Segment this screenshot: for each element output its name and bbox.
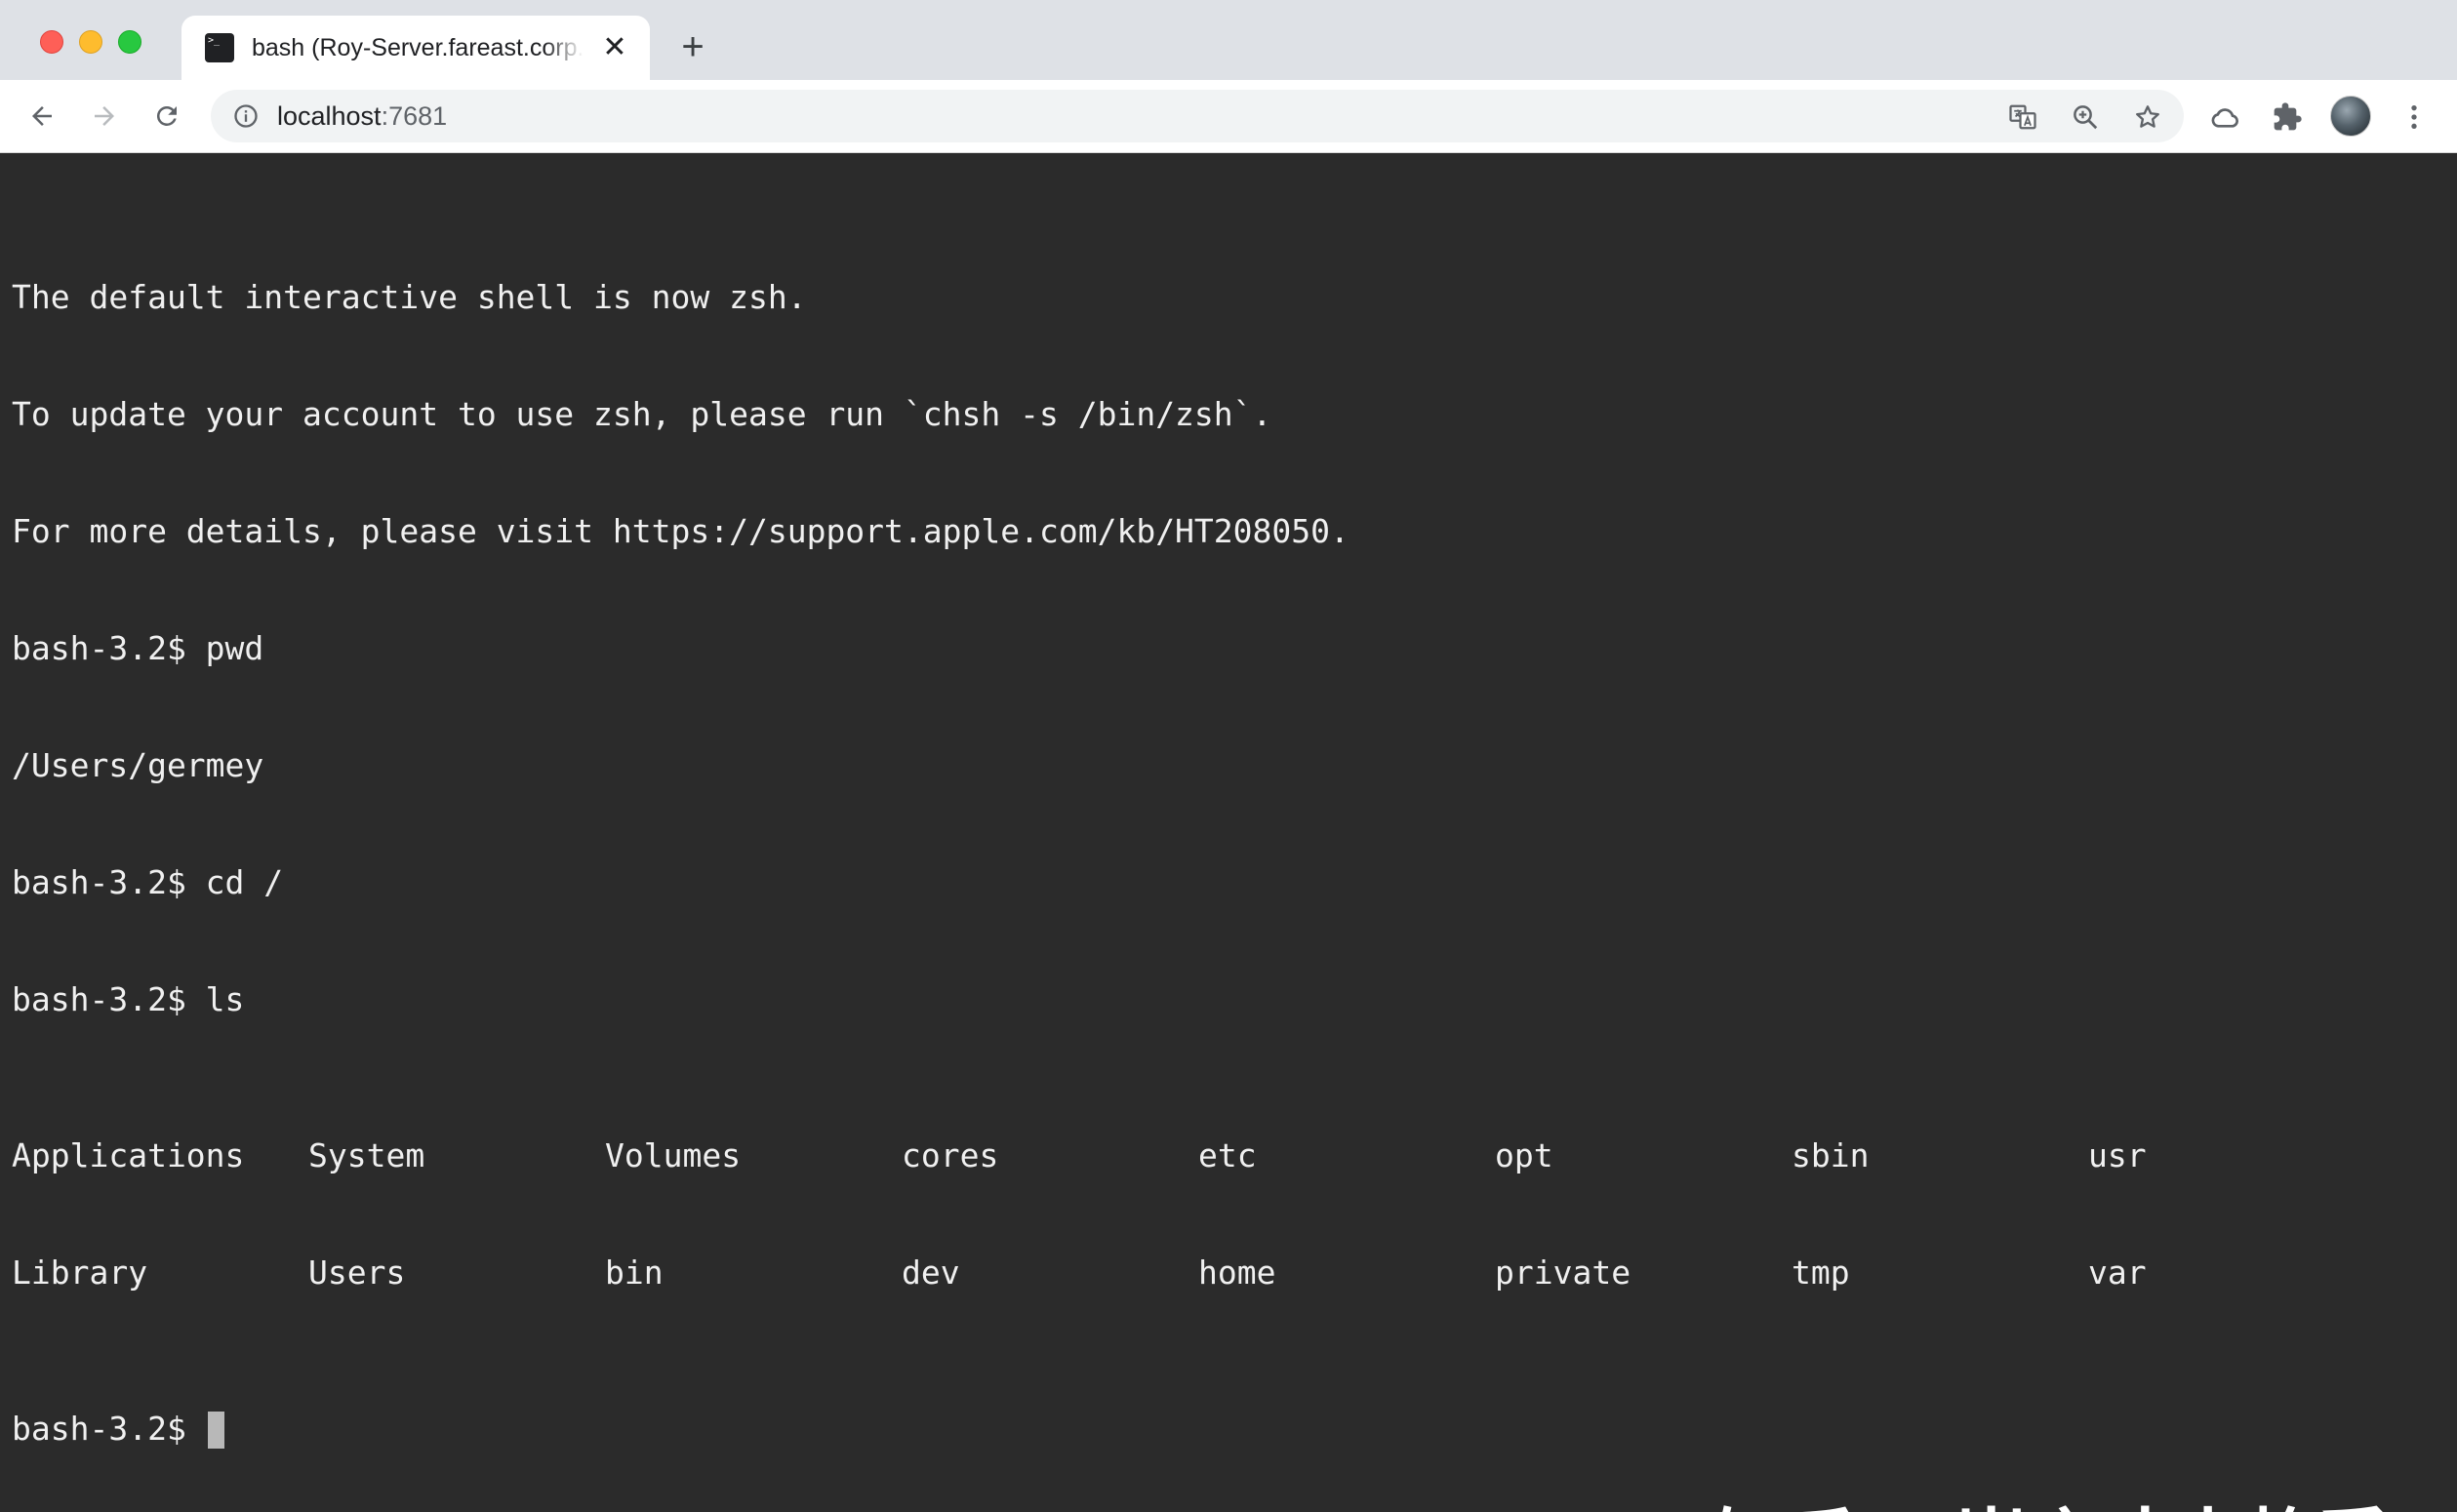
terminal-line: bash-3.2$ pwd xyxy=(12,629,264,667)
ls-entry: Volumes xyxy=(605,1136,742,1174)
tab-title: bash (Roy-Server.fareast.corp.microsoft.… xyxy=(252,34,584,61)
zoom-icon[interactable] xyxy=(2071,102,2100,132)
terminal-viewport[interactable]: The default interactive shell is now zsh… xyxy=(0,153,2457,1512)
ls-entry: usr xyxy=(2088,1136,2147,1174)
bookmark-star-icon[interactable] xyxy=(2133,102,2162,132)
forward-button[interactable] xyxy=(84,96,125,137)
terminal-line: bash-3.2$ ls xyxy=(12,980,245,1018)
browser-window: bash (Roy-Server.fareast.corp.microsoft.… xyxy=(0,0,2457,1512)
ls-entry: tmp xyxy=(1792,1253,1850,1292)
ls-entry: sbin xyxy=(1792,1136,1870,1174)
close-window-button[interactable] xyxy=(40,30,63,54)
terminal-line: The default interactive shell is now zsh… xyxy=(12,278,807,316)
ls-entry: dev xyxy=(902,1253,960,1292)
watermark: 知乎 @崔庆才丨静觅 xyxy=(1713,1499,2416,1512)
ls-entry: etc xyxy=(1198,1136,1257,1174)
ls-entry: bin xyxy=(605,1253,664,1292)
ls-output-row: Applications System Volumes cores etc op… xyxy=(12,1136,2147,1175)
browser-toolbar: localhost:7681 xyxy=(0,80,2457,153)
ls-entry: System xyxy=(308,1136,425,1174)
terminal-icon xyxy=(205,33,234,62)
profile-avatar[interactable] xyxy=(2330,96,2371,137)
minimize-window-button[interactable] xyxy=(79,30,102,54)
info-icon[interactable] xyxy=(232,102,260,130)
ls-entry: var xyxy=(2088,1253,2147,1292)
terminal-line: To update your account to use zsh, pleas… xyxy=(12,395,1272,433)
new-tab-button[interactable]: + xyxy=(675,27,710,66)
ls-entry: opt xyxy=(1495,1136,1553,1174)
terminal-line: /Users/germey xyxy=(12,746,264,784)
tab-terminal[interactable]: bash (Roy-Server.fareast.corp.microsoft.… xyxy=(181,16,650,80)
cloud-icon[interactable] xyxy=(2209,101,2240,133)
ls-entry: home xyxy=(1198,1253,1276,1292)
url-port: :7681 xyxy=(381,101,448,131)
terminal-line: For more details, please visit https://s… xyxy=(12,512,1349,550)
maximize-window-button[interactable] xyxy=(118,30,141,54)
reload-button[interactable] xyxy=(146,96,187,137)
ls-entry: Library xyxy=(12,1253,148,1292)
ls-entry: Users xyxy=(308,1253,406,1292)
terminal-line: bash-3.2$ cd / xyxy=(12,863,284,901)
address-bar[interactable]: localhost:7681 xyxy=(211,90,2184,142)
ls-entry: private xyxy=(1495,1253,1631,1292)
menu-icon[interactable] xyxy=(2398,101,2430,133)
reload-icon xyxy=(156,105,177,126)
url-text[interactable]: localhost:7681 xyxy=(277,99,447,133)
ls-entry: cores xyxy=(902,1136,999,1174)
extensions-icon[interactable] xyxy=(2272,101,2303,133)
tab-strip: bash (Roy-Server.fareast.corp.microsoft.… xyxy=(0,0,2457,80)
terminal-prompt-line[interactable]: bash-3.2$ xyxy=(12,1410,1349,1449)
translate-icon[interactable] xyxy=(2008,102,2037,132)
terminal-cursor xyxy=(207,1412,224,1449)
back-icon xyxy=(32,106,52,126)
ls-output-row: Library Users bin dev home private tmp v… xyxy=(12,1253,2147,1293)
tab-close-icon[interactable]: ✕ xyxy=(599,32,630,63)
back-button[interactable] xyxy=(21,96,62,137)
terminal-output: The default interactive shell is now zsh… xyxy=(12,200,2147,1512)
forward-icon xyxy=(95,106,114,126)
url-host: localhost xyxy=(277,101,382,131)
ls-entry: Applications xyxy=(12,1136,245,1174)
